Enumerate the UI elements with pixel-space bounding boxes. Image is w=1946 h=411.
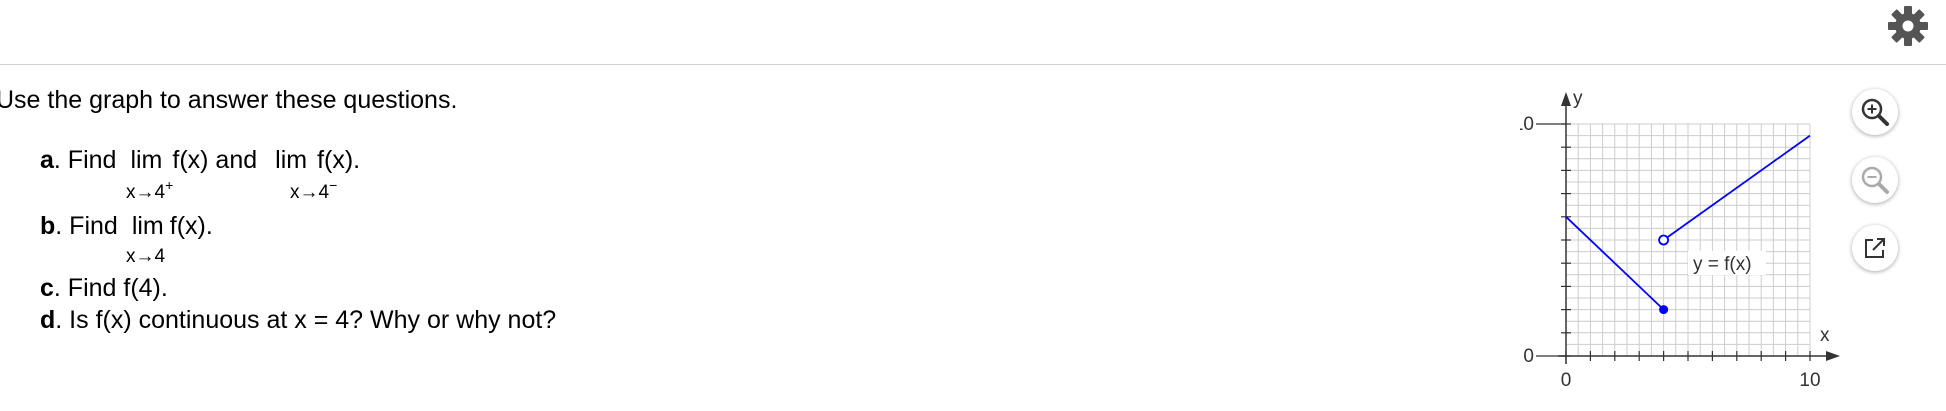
part-b-find: . Find bbox=[55, 212, 118, 240]
y-tick-10: 10 bbox=[1520, 114, 1534, 135]
part-b-sub: x→4 bbox=[126, 246, 166, 267]
function-graph: 10 0 0 10 y x y = f(x) bbox=[1520, 90, 1840, 391]
zoom-out-icon bbox=[1861, 166, 1889, 194]
curve-label: y = f(x) bbox=[1693, 254, 1752, 275]
external-link-icon bbox=[1865, 238, 1885, 258]
gear-icon[interactable] bbox=[1886, 4, 1930, 48]
part-d-text: . Is f(x) continuous at x = 4? Why or wh… bbox=[55, 306, 557, 334]
y-axis-label: y bbox=[1573, 90, 1583, 109]
zoom-out-button[interactable] bbox=[1852, 157, 1898, 203]
part-d-letter: d bbox=[40, 306, 56, 334]
x-tick-10: 10 bbox=[1799, 370, 1820, 391]
top-bar bbox=[0, 0, 1946, 65]
part-a-sub2: x→4− bbox=[290, 177, 338, 203]
y-axis-arrow bbox=[1561, 92, 1571, 106]
part-a: a. Find lim f(x) and lim f(x). bbox=[40, 146, 360, 175]
part-b: b. Find lim f(x). bbox=[40, 212, 213, 241]
part-a-f2: f(x). bbox=[317, 146, 361, 174]
part-b-letter: b bbox=[40, 212, 56, 240]
part-a-lim2: lim bbox=[275, 146, 308, 174]
part-a-letter: a bbox=[40, 146, 54, 174]
x-axis-arrow bbox=[1826, 351, 1840, 361]
zoom-in-icon bbox=[1861, 98, 1889, 126]
part-a-lim1: lim bbox=[130, 146, 163, 174]
open-endpoint bbox=[1658, 234, 1670, 246]
x-axis-label: x bbox=[1820, 325, 1830, 346]
part-b-f: f(x). bbox=[169, 212, 213, 240]
closed-endpoint bbox=[1659, 305, 1669, 315]
zoom-in-button[interactable] bbox=[1852, 89, 1898, 135]
part-c: c. Find f(4). bbox=[40, 274, 168, 303]
external-link-button[interactable] bbox=[1852, 225, 1898, 271]
part-b-lim: lim bbox=[131, 212, 164, 240]
part-d: d. Is f(x) continuous at x = 4? Why or w… bbox=[40, 306, 556, 335]
question-intro: Use the graph to answer these questions. bbox=[0, 86, 458, 114]
graph-grid bbox=[1565, 123, 1811, 357]
x-tick-0: 0 bbox=[1561, 370, 1572, 391]
part-a-find: . Find bbox=[53, 146, 117, 174]
part-c-text: . Find f(4). bbox=[53, 274, 168, 302]
part-a-f1: f(x) and bbox=[172, 146, 258, 174]
part-a-sub1: x→4+ bbox=[126, 177, 174, 203]
y-tick-0: 0 bbox=[1523, 346, 1534, 367]
part-c-letter: c bbox=[40, 274, 54, 302]
